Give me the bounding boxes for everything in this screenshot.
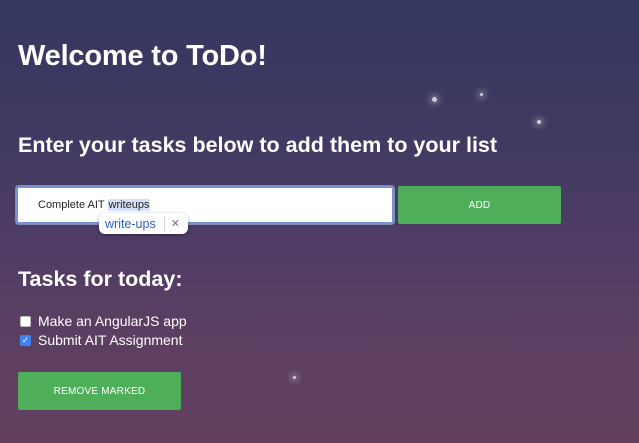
remove-marked-button[interactable]: REMOVE MARKED [18, 372, 181, 410]
add-button[interactable]: ADD [398, 186, 561, 224]
spell-suggestion-popup: write-ups ✕ [99, 213, 188, 234]
task-label: Submit AIT Assignment [38, 332, 183, 348]
background-sparkle [537, 120, 541, 124]
task-input[interactable]: Complete AIT writeups [16, 186, 394, 224]
page-title: Welcome to ToDo! [18, 40, 267, 72]
spell-suggestion[interactable]: write-ups [105, 217, 156, 231]
background-sparkle [293, 376, 296, 379]
task-checkbox[interactable] [20, 315, 31, 327]
task-item[interactable]: Make an AngularJS app [20, 313, 187, 329]
close-icon[interactable]: ✕ [163, 216, 180, 231]
page-subtitle: Enter your tasks below to add them to yo… [18, 133, 498, 157]
misspelled-word[interactable]: writeups [107, 199, 151, 211]
background-sparkle [432, 97, 437, 102]
task-item[interactable]: ✓ Submit AIT Assignment [20, 332, 182, 348]
background-sparkle [480, 93, 483, 96]
tasks-heading: Tasks for today: [18, 267, 183, 291]
task-checkbox[interactable]: ✓ [20, 334, 31, 346]
task-input-text: Complete AIT [38, 199, 108, 211]
task-label: Make an AngularJS app [38, 313, 187, 329]
